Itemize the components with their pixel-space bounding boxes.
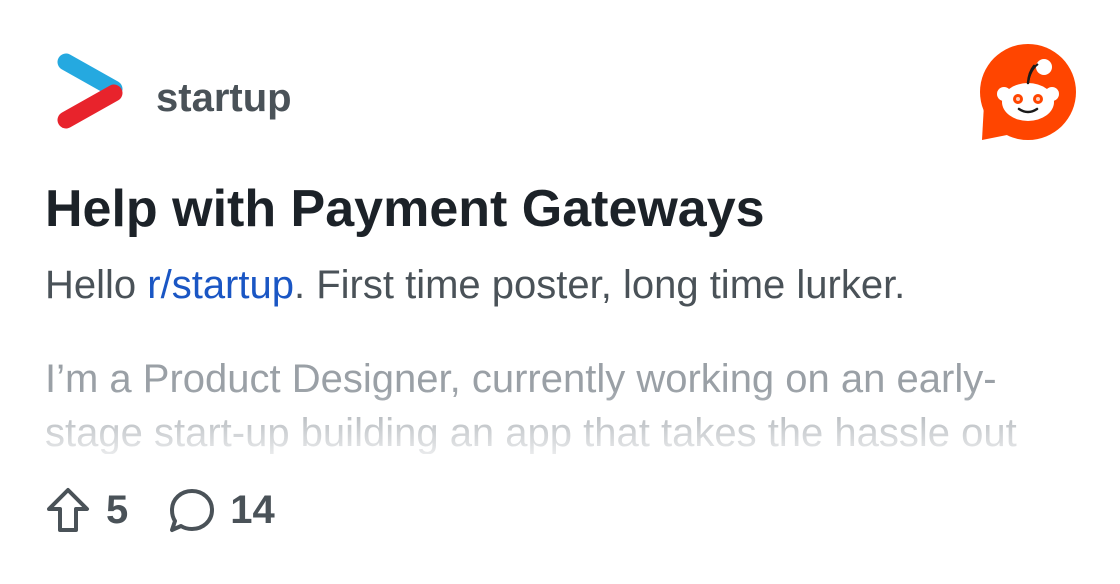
comment-count: 14	[230, 488, 275, 532]
upvote-count: 5	[106, 488, 129, 532]
comment-stat[interactable]: 14	[168, 486, 275, 534]
upvote-arrow-icon[interactable]	[44, 486, 92, 534]
post-preview-card[interactable]: startup Help with Payment Gateways Hello…	[0, 0, 1120, 584]
community-name[interactable]: startup	[156, 74, 292, 122]
post-body-excerpt: I’m a Product Designer, currently workin…	[45, 352, 1075, 454]
comment-bubble-icon[interactable]	[168, 486, 216, 534]
post-stats: 5 14	[44, 484, 315, 536]
post-body-line: stage start-up building an app that take…	[45, 411, 1017, 454]
reddit-snoo-icon	[978, 42, 1078, 142]
post-intro-prefix: Hello	[45, 263, 148, 307]
upvote-stat[interactable]: 5	[44, 486, 128, 534]
post-intro-suffix: . First time poster, long time lurker.	[293, 263, 906, 307]
subreddit-link[interactable]: r/startup	[147, 263, 294, 307]
post-title[interactable]: Help with Payment Gateways	[45, 178, 765, 240]
startup-chevron-logo-icon[interactable]	[56, 52, 124, 130]
post-intro: Hello r/startup. First time poster, long…	[45, 260, 905, 310]
post-body-line: I’m a Product Designer, currently workin…	[45, 357, 997, 401]
